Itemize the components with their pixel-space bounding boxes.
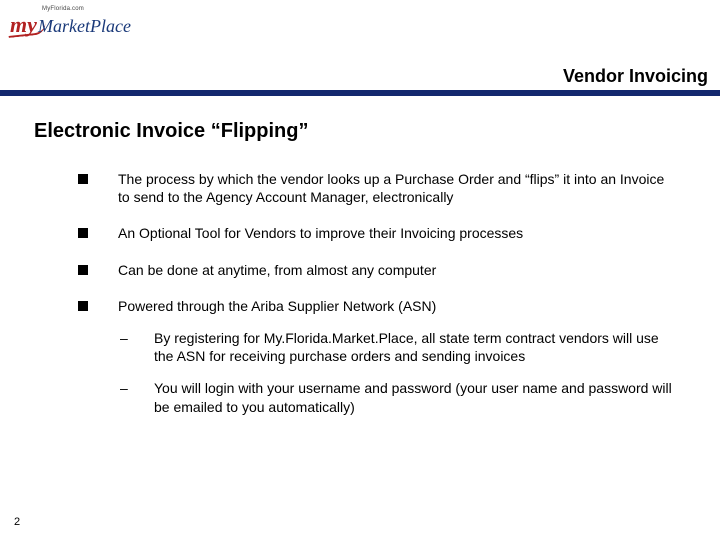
bullet-text: Powered through the Ariba Supplier Netwo… [118, 297, 678, 315]
square-bullet-icon [78, 301, 88, 311]
square-bullet-icon [78, 228, 88, 238]
logo-marketplace-text: MarketPlace [38, 16, 131, 37]
sub-bullet-group: – By registering for My.Florida.Market.P… [120, 329, 678, 416]
sub-bullet-item: – You will login with your username and … [120, 379, 678, 415]
slide-title: Electronic Invoice “Flipping” [34, 120, 308, 143]
slide-content: The process by which the vendor looks up… [78, 170, 678, 416]
bullet-item: Powered through the Ariba Supplier Netwo… [78, 297, 678, 315]
dash-bullet-icon: – [120, 329, 132, 365]
bullet-text: An Optional Tool for Vendors to improve … [118, 224, 678, 242]
logo: MyFlorida.com my MarketPlace [10, 6, 140, 38]
bullet-item: The process by which the vendor looks up… [78, 170, 678, 206]
bullet-item: Can be done at anytime, from almost any … [78, 261, 678, 279]
sub-bullet-text: You will login with your username and pa… [154, 379, 678, 415]
header-title: Vendor Invoicing [563, 66, 708, 87]
page-number: 2 [14, 516, 20, 528]
bullet-text: The process by which the vendor looks up… [118, 170, 678, 206]
square-bullet-icon [78, 174, 88, 184]
dash-bullet-icon: – [120, 379, 132, 415]
header-rule [0, 90, 720, 96]
sub-bullet-text: By registering for My.Florida.Market.Pla… [154, 329, 678, 365]
bullet-item: An Optional Tool for Vendors to improve … [78, 224, 678, 242]
logo-small-text: MyFlorida.com [42, 6, 84, 12]
sub-bullet-item: – By registering for My.Florida.Market.P… [120, 329, 678, 365]
bullet-text: Can be done at anytime, from almost any … [118, 261, 678, 279]
square-bullet-icon [78, 265, 88, 275]
